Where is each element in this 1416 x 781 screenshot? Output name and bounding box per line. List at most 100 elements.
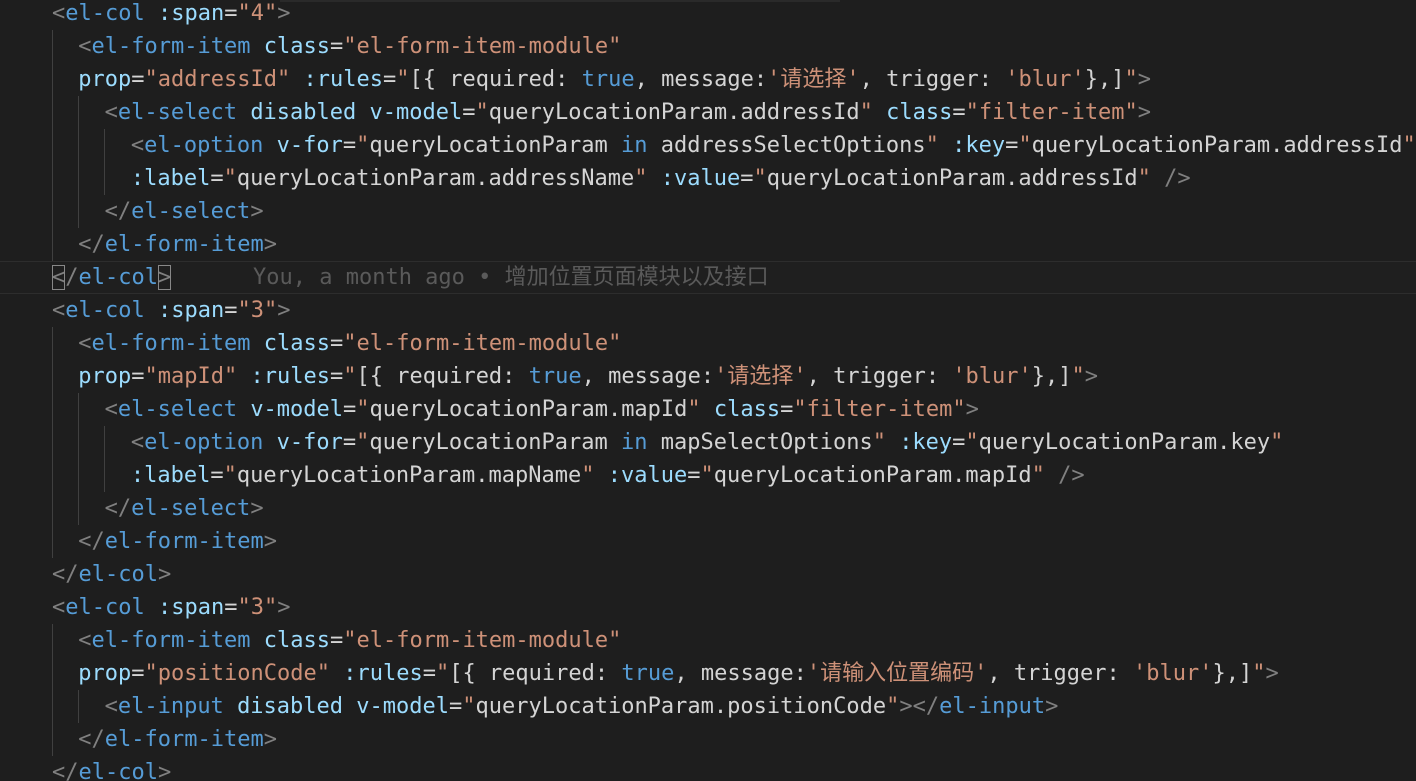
code-token: [{ required: xyxy=(409,67,582,92)
code-line[interactable]: <el-select v-model="queryLocationParam.m… xyxy=(0,393,1416,426)
code-token: '请选择' xyxy=(714,364,807,389)
code-token: el-input xyxy=(939,694,1046,719)
code-token: el-col xyxy=(65,595,145,620)
code-line[interactable]: <el-col :span="3"> xyxy=(0,591,1416,624)
code-token: " xyxy=(356,430,370,455)
code-token: = xyxy=(342,430,357,455)
code-editor[interactable]: <el-col :span="4"> <el-form-item class="e… xyxy=(0,0,1416,781)
code-token: el-select xyxy=(131,199,251,224)
code-token: = xyxy=(131,364,145,389)
code-line-text: </el-col> xyxy=(52,262,172,293)
code-token: 'blur' xyxy=(952,364,1032,389)
code-line[interactable]: <el-col :span="3"> xyxy=(0,294,1416,327)
code-line[interactable]: prop="addressId" :rules="[{ required: tr… xyxy=(0,63,1416,96)
code-token: el-option xyxy=(144,133,264,158)
code-token: mapSelectOptions xyxy=(647,430,873,455)
code-token: < xyxy=(130,430,145,455)
code-token: " xyxy=(462,694,476,719)
code-line[interactable]: </el-select> xyxy=(0,195,1416,228)
code-token: = xyxy=(687,463,701,488)
code-token: "el-form-item-module" xyxy=(343,628,622,653)
code-line[interactable]: <el-col :span="4"> xyxy=(0,0,1416,30)
code-token: = xyxy=(382,67,397,92)
code-token: " xyxy=(1137,166,1151,191)
code-token: "el-form-item-module" xyxy=(343,34,622,59)
code-token: > xyxy=(157,562,172,587)
code-line[interactable]: <el-option v-for="queryLocationParam in … xyxy=(0,426,1416,459)
code-line[interactable]: </el-form-item> xyxy=(0,723,1416,756)
code-line[interactable]: :label="queryLocationParam.addressName" … xyxy=(0,162,1416,195)
code-token: > xyxy=(965,397,979,422)
code-token: " xyxy=(753,166,767,191)
code-line-text: <el-col :span="4"> xyxy=(52,0,290,30)
code-token: queryLocationParam.positionCode xyxy=(475,694,887,719)
code-line[interactable]: </el-col> xyxy=(0,558,1416,591)
code-token: = xyxy=(131,67,145,92)
code-token: > xyxy=(157,760,172,781)
code-token: = xyxy=(1005,133,1019,158)
code-token: = xyxy=(449,694,463,719)
code-token: > xyxy=(263,727,277,752)
code-line[interactable]: </el-form-item> xyxy=(0,228,1416,261)
code-line[interactable]: <el-form-item class="el-form-item-module… xyxy=(0,624,1416,657)
code-token: = xyxy=(952,430,966,455)
code-token: , trigger: xyxy=(806,364,953,389)
code-token: queryLocationParam xyxy=(369,430,622,455)
code-token: el-form-item xyxy=(104,232,264,257)
code-token: "mapId" xyxy=(144,364,238,389)
code-line-text: </el-select> xyxy=(105,195,264,228)
code-token: },] xyxy=(1212,661,1253,686)
code-line[interactable]: <el-input disabled v-model="queryLocatio… xyxy=(0,690,1416,723)
code-token: </ xyxy=(104,199,132,224)
code-line-text: prop="addressId" :rules="[{ required: tr… xyxy=(78,63,1151,96)
code-line[interactable]: </el-col> xyxy=(0,756,1416,781)
code-token: = xyxy=(329,34,344,59)
code-line[interactable]: prop="mapId" :rules="[{ required: true, … xyxy=(0,360,1416,393)
code-token: " xyxy=(700,463,714,488)
code-token: el-option xyxy=(144,430,264,455)
code-token: , trigger: xyxy=(987,661,1134,686)
code-token: < xyxy=(52,595,66,620)
code-token: disabled xyxy=(237,694,344,719)
code-token: /> xyxy=(1164,166,1191,191)
code-line[interactable]: </el-select> xyxy=(0,492,1416,525)
code-token: </ xyxy=(78,529,105,554)
code-line-current[interactable]: </el-col> You, a month ago • 增加位置页面模块以及接口 xyxy=(0,261,1416,294)
code-token: el-form-item xyxy=(91,34,251,59)
code-token: v-for xyxy=(276,430,343,455)
code-token: " xyxy=(356,397,370,422)
code-token: "filter-item" xyxy=(965,100,1138,125)
code-token: = xyxy=(224,298,238,323)
code-line[interactable]: :label="queryLocationParam.mapName" :val… xyxy=(0,459,1416,492)
code-line-text: </el-form-item> xyxy=(78,228,277,261)
code-token: queryLocationParam.addressName xyxy=(236,166,635,191)
code-token: > xyxy=(277,1,291,26)
code-token: '请输入位置编码' xyxy=(806,661,988,686)
code-line[interactable]: </el-form-item> xyxy=(0,525,1416,558)
code-token: class xyxy=(713,397,781,422)
code-token: },] xyxy=(1084,67,1125,92)
code-token: " xyxy=(965,430,979,455)
code-line[interactable]: <el-select disabled v-model="queryLocati… xyxy=(0,96,1416,129)
code-token: el-col xyxy=(65,298,145,323)
code-token: :key xyxy=(952,133,1006,158)
code-line[interactable]: <el-form-item class="el-form-item-module… xyxy=(0,30,1416,63)
code-line[interactable]: <el-option v-for="queryLocationParam in … xyxy=(0,129,1416,162)
code-token: " xyxy=(223,166,237,191)
code-token: },] xyxy=(1031,364,1072,389)
code-token: true xyxy=(581,67,635,92)
code-line[interactable]: prop="positionCode" :rules="[{ required:… xyxy=(0,657,1416,690)
code-token: </ xyxy=(104,496,132,521)
code-token: " xyxy=(1071,364,1085,389)
code-line[interactable]: <el-form-item class="el-form-item-module… xyxy=(0,327,1416,360)
code-line-text: </el-select> xyxy=(105,492,264,525)
code-token: el-form-item xyxy=(104,727,264,752)
code-token: " xyxy=(1270,430,1284,455)
code-token: , trigger: xyxy=(859,67,1006,92)
code-token: = xyxy=(224,595,238,620)
